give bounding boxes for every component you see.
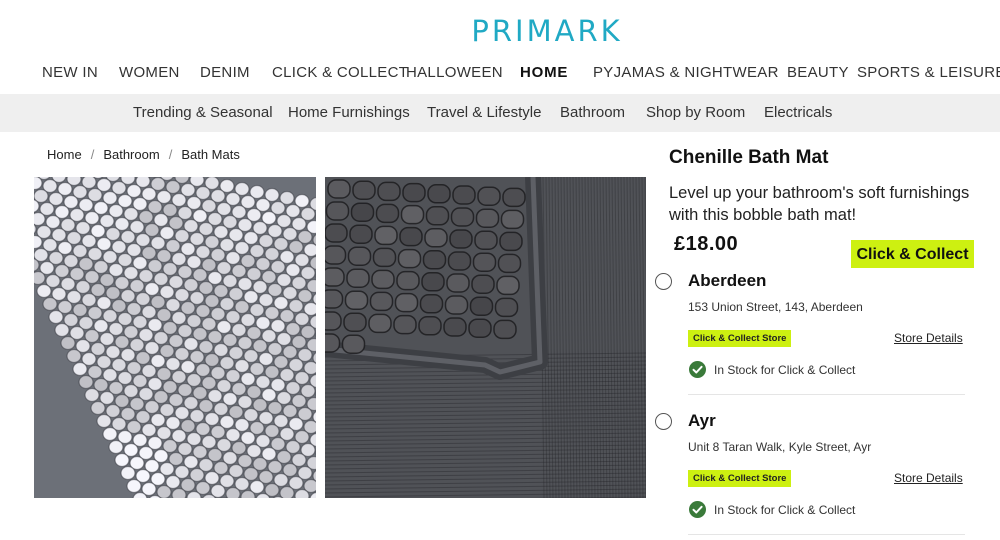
breadcrumb-bathroom[interactable]: Bathroom <box>103 147 159 162</box>
subnav-electricals[interactable]: Electricals <box>764 104 832 121</box>
nav-women[interactable]: WOMEN <box>119 64 180 81</box>
subnav-trending-seasonal[interactable]: Trending & Seasonal <box>133 104 273 121</box>
click-collect-store-badge: Click & Collect Store <box>688 330 792 347</box>
nav-home[interactable]: HOME <box>520 64 568 81</box>
product-image-2[interactable] <box>325 177 646 498</box>
store-name: Ayr <box>688 411 716 430</box>
stock-status: In Stock for Click & Collect <box>714 503 856 517</box>
subnav-shop-by-room[interactable]: Shop by Room <box>646 104 745 121</box>
primark-logo[interactable]: PRIMARK <box>0 14 1000 48</box>
product-description: Level up your bathroom's soft furnishing… <box>669 184 970 224</box>
radio-button-icon[interactable] <box>655 413 672 430</box>
breadcrumb-separator: / <box>168 147 173 162</box>
store-details-link[interactable]: Store Details <box>894 471 963 485</box>
click-collect-button[interactable]: Click & Collect <box>851 240 974 268</box>
check-circle-icon <box>689 501 706 518</box>
check-circle-icon <box>689 361 706 378</box>
store-address: 153 Union Street, 143, Aberdeen <box>688 300 863 314</box>
subnav-home-furnishings[interactable]: Home Furnishings <box>288 104 410 121</box>
subnav-travel-lifestyle[interactable]: Travel & Lifestyle <box>427 104 542 121</box>
breadcrumb-separator: / <box>90 147 95 162</box>
store-divider <box>688 534 965 535</box>
radio-button-icon[interactable] <box>655 273 672 290</box>
stock-status: In Stock for Click & Collect <box>714 363 856 377</box>
main-nav: NEW IN WOMEN DENIM CLICK & COLLECT HALLO… <box>0 64 1000 86</box>
subnav-bathroom[interactable]: Bathroom <box>560 104 625 121</box>
store-divider <box>688 394 965 395</box>
nav-denim[interactable]: DENIM <box>200 64 250 81</box>
click-collect-store-badge: Click & Collect Store <box>688 470 792 487</box>
product-price: £18.00 <box>674 233 739 255</box>
nav-beauty[interactable]: BEAUTY <box>787 64 849 81</box>
breadcrumb-home[interactable]: Home <box>47 147 82 162</box>
nav-halloween[interactable]: HALLOWEEN <box>406 64 503 81</box>
store-option: Ayr Unit 8 Taran Walk, Kyle Street, Ayr … <box>653 411 965 540</box>
store-name: Aberdeen <box>688 271 767 290</box>
sub-nav: Trending & Seasonal Home Furnishings Tra… <box>0 94 1000 132</box>
breadcrumb: Home / Bathroom / Bath Mats <box>47 147 240 162</box>
breadcrumb-bath-mats[interactable]: Bath Mats <box>181 147 240 162</box>
store-address: Unit 8 Taran Walk, Kyle Street, Ayr <box>688 440 872 454</box>
nav-new-in[interactable]: NEW IN <box>42 64 98 81</box>
store-details-link[interactable]: Store Details <box>894 331 963 345</box>
store-option: Aberdeen 153 Union Street, 143, Aberdeen… <box>653 271 965 409</box>
nav-sports-leisure[interactable]: SPORTS & LEISURE <box>857 64 1000 81</box>
nav-pyjamas-nightwear[interactable]: PYJAMAS & NIGHTWEAR <box>593 64 779 81</box>
nav-click-collect[interactable]: CLICK & COLLECT <box>272 64 408 81</box>
product-image-1[interactable] <box>34 177 316 498</box>
product-title: Chenille Bath Mat <box>669 147 829 168</box>
